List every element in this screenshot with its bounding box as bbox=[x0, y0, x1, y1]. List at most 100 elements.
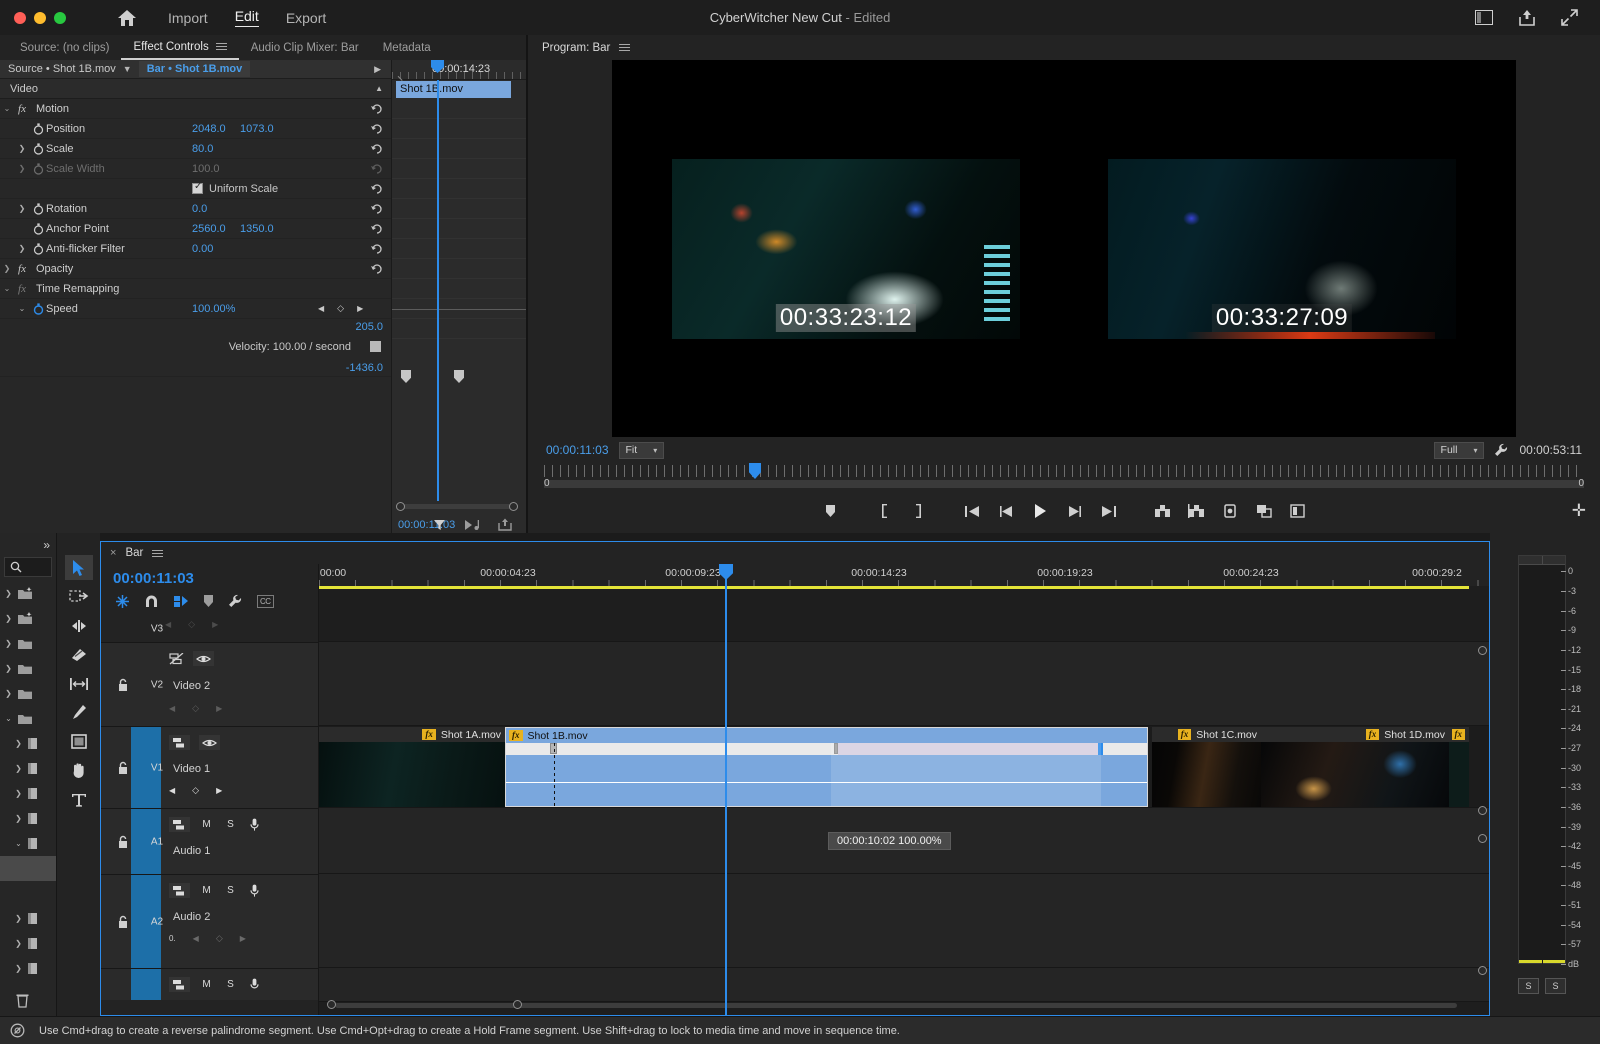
snap-magnet-icon[interactable] bbox=[144, 594, 159, 608]
clip-1b[interactable]: fx Shot 1B.mov bbox=[505, 727, 1148, 807]
track-lane-a3[interactable] bbox=[319, 968, 1489, 1002]
hand-icon[interactable] bbox=[65, 758, 93, 783]
solo-track-button-a3[interactable]: S bbox=[223, 977, 238, 992]
lift-icon[interactable] bbox=[1145, 496, 1179, 526]
track-number-v2[interactable]: V2 bbox=[143, 679, 171, 690]
minimize-window-button[interactable] bbox=[34, 11, 46, 24]
export-frame-icon[interactable] bbox=[498, 518, 512, 531]
step-forward-icon[interactable] bbox=[1057, 496, 1091, 526]
scrollbar-track[interactable] bbox=[403, 504, 511, 509]
track-sync-icon-a3[interactable] bbox=[169, 977, 190, 992]
add-keyframe-icon[interactable]: ◇ bbox=[192, 703, 199, 714]
chevron-down-icon[interactable]: ▼ bbox=[123, 64, 132, 74]
twirl-down-icon[interactable]: ⌄ bbox=[4, 714, 13, 723]
main-menu-tabs[interactable]: Import Edit Export bbox=[168, 8, 326, 27]
property-row-scale-width[interactable]: ❯ Scale Width 100.0 bbox=[0, 159, 391, 179]
next-keyframe-icon[interactable]: ▶ bbox=[357, 304, 363, 313]
menu-tab-edit[interactable]: Edit bbox=[234, 8, 259, 27]
lock-icon-v2[interactable] bbox=[117, 678, 129, 692]
track-number-a1[interactable]: A1 bbox=[143, 836, 171, 847]
keyframe-marker[interactable] bbox=[454, 370, 464, 383]
property-row-time-remapping[interactable]: ⌄ fx Time Remapping bbox=[0, 279, 391, 299]
previous-keyframe-icon[interactable]: ◀ bbox=[169, 704, 175, 713]
menu-tab-export[interactable]: Export bbox=[286, 10, 326, 26]
closed-captions-icon[interactable]: CC bbox=[257, 594, 274, 608]
twirl-right-icon[interactable]: ❯ bbox=[4, 664, 13, 673]
vscroll-handle-bottom[interactable] bbox=[1478, 966, 1487, 975]
property-row-rotation[interactable]: ❯ Rotation 0.0 bbox=[0, 199, 391, 219]
property-row-opacity[interactable]: ❯ fx Opacity bbox=[0, 259, 391, 279]
audio-meter-clip-indicators[interactable] bbox=[1519, 556, 1565, 565]
previous-keyframe-icon[interactable]: ◀ bbox=[165, 620, 171, 629]
playback-resolution-select[interactable]: Full ▾ bbox=[1433, 441, 1485, 459]
mark-in-icon[interactable] bbox=[867, 496, 901, 526]
add-keyframe-icon[interactable]: ◇ bbox=[216, 933, 223, 944]
list-item[interactable]: ❯ bbox=[0, 931, 56, 956]
twirl-right-icon[interactable]: ❯ bbox=[14, 789, 23, 798]
twirl-down-icon-time-remapping[interactable]: ⌄ bbox=[0, 284, 14, 293]
reset-icon-rotation[interactable] bbox=[370, 203, 383, 214]
list-item[interactable]: ❯ bbox=[0, 756, 56, 781]
list-item[interactable]: ❯ bbox=[0, 781, 56, 806]
effect-controls-clip-bar-item[interactable]: Shot 1B.mov bbox=[396, 81, 511, 98]
property-row-uniform-scale[interactable]: Uniform Scale bbox=[0, 179, 391, 199]
list-item[interactable]: ❯ bbox=[0, 631, 56, 656]
next-keyframe-icon[interactable]: ▶ bbox=[216, 704, 222, 713]
twirl-right-icon[interactable]: ❯ bbox=[14, 964, 23, 973]
twirl-down-icon[interactable]: ⌄ bbox=[0, 104, 14, 113]
track-lane-a2[interactable] bbox=[319, 874, 1489, 968]
zoom-level-select[interactable]: Fit ▾ bbox=[618, 441, 665, 459]
twirl-down-icon[interactable]: ⌄ bbox=[14, 839, 23, 848]
play-audio-icon[interactable] bbox=[464, 519, 480, 531]
property-row-position[interactable]: Position 2048.0 1073.0 bbox=[0, 119, 391, 139]
property-row-speed[interactable]: ⌄ Speed 100.00% ◀ ◇ ▶ bbox=[0, 299, 391, 319]
list-item[interactable]: ❯ bbox=[0, 906, 56, 931]
button-editor-icon[interactable]: ✛ bbox=[1572, 501, 1586, 521]
ripple-edit-icon[interactable] bbox=[65, 613, 93, 638]
go-to-in-icon[interactable] bbox=[955, 496, 989, 526]
type-icon[interactable] bbox=[65, 787, 93, 812]
tab-program-monitor[interactable]: Program: Bar bbox=[542, 42, 610, 54]
razor-icon[interactable] bbox=[65, 642, 93, 667]
tab-audio-clip-mixer[interactable]: Audio Clip Mixer: Bar bbox=[239, 35, 371, 60]
panel-menu-icon[interactable] bbox=[215, 41, 227, 52]
property-value-position-y[interactable]: 1073.0 bbox=[240, 123, 274, 135]
hscroll-track[interactable] bbox=[335, 1003, 1457, 1008]
mute-track-button-a2[interactable]: M bbox=[199, 883, 214, 898]
panel-menu-icon[interactable] bbox=[152, 548, 164, 559]
wrench-icon[interactable] bbox=[1494, 443, 1509, 458]
track-keyframe-nav-v3[interactable]: ◀ ◇ ▶ bbox=[165, 619, 218, 630]
add-keyframe-icon[interactable]: ◇ bbox=[188, 619, 195, 630]
panel-menu-icon[interactable] bbox=[619, 42, 631, 53]
property-value-anchor-x[interactable]: 2560.0 bbox=[192, 223, 226, 235]
keyframe-navigator[interactable]: ◀ ◇ ▶ bbox=[318, 303, 363, 314]
expand-panel-button[interactable]: » bbox=[0, 533, 56, 557]
track-header-v1[interactable]: V1 Video 1 ◀ ◇ ▶ bbox=[101, 726, 318, 808]
share-export-icon[interactable] bbox=[1519, 9, 1535, 26]
twirl-right-icon[interactable]: ❯ bbox=[4, 689, 13, 698]
extract-icon[interactable] bbox=[1179, 496, 1213, 526]
property-value-rotation[interactable]: 0.0 bbox=[192, 203, 207, 215]
scrollbar-handle-left[interactable] bbox=[396, 502, 405, 511]
track-select-forward-icon[interactable] bbox=[65, 584, 93, 609]
solo-track-button-a1[interactable]: S bbox=[223, 817, 238, 832]
list-item[interactable]: ❯ bbox=[0, 581, 56, 606]
timeline-playhead-timecode[interactable]: 00:00:11:03 bbox=[101, 564, 318, 589]
uniform-scale-control[interactable]: Uniform Scale bbox=[192, 181, 278, 195]
twirl-right-icon-anti-flicker[interactable]: ❯ bbox=[14, 244, 30, 253]
property-value-speed[interactable]: 100.00% bbox=[192, 303, 235, 315]
play-icon[interactable] bbox=[1023, 496, 1057, 526]
filter-funnel-icon[interactable] bbox=[433, 518, 446, 531]
program-current-timecode[interactable]: 00:00:11:03 bbox=[546, 443, 609, 457]
previous-keyframe-icon[interactable]: ◀ bbox=[169, 786, 175, 795]
track-sync-icon-a1[interactable] bbox=[169, 817, 190, 832]
close-icon[interactable]: × bbox=[110, 547, 116, 559]
stopwatch-icon-scale-width[interactable] bbox=[30, 162, 46, 175]
add-keyframe-icon[interactable]: ◇ bbox=[337, 303, 344, 314]
vscroll-handle-top[interactable] bbox=[1478, 646, 1487, 655]
stopwatch-icon-anti-flicker[interactable] bbox=[30, 242, 46, 255]
next-keyframe-icon[interactable]: ▶ bbox=[212, 620, 218, 629]
hscroll-handle-left[interactable] bbox=[327, 1000, 336, 1009]
stopwatch-icon-rotation[interactable] bbox=[30, 202, 46, 215]
search-input[interactable] bbox=[4, 557, 52, 577]
